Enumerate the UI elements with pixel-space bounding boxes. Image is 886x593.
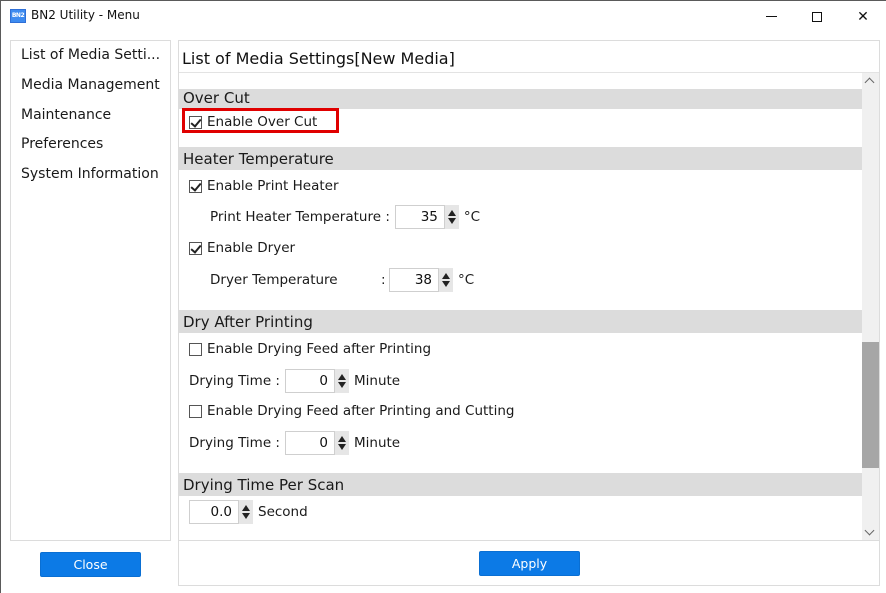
scrollbar-thumb[interactable] <box>862 342 879 468</box>
spin-buttons[interactable] <box>334 369 349 393</box>
settings-scroll-area[interactable]: Over Cut Enable Over Cut Heater Temperat… <box>179 73 879 540</box>
sidebar-item-maintenance[interactable]: Maintenance <box>21 107 111 123</box>
enable-dryer-label: Enable Dryer <box>207 240 296 256</box>
spin-buttons[interactable] <box>239 500 253 524</box>
second-unit-label: Second <box>258 504 308 520</box>
enable-drying-feed-after-printing-label: Enable Drying Feed after Printing <box>207 341 432 357</box>
minute-unit-label: Minute <box>353 435 401 451</box>
dryer-temperature-colon: : <box>381 272 386 288</box>
spin-down-icon[interactable] <box>242 513 250 519</box>
enable-dryer-checkbox[interactable]: Enable Dryer <box>189 240 295 256</box>
section-header-over-cut: Over Cut <box>179 89 862 109</box>
sidebar-nav: List of Media Setti... Media Management … <box>10 40 171 541</box>
spin-up-icon[interactable] <box>242 505 250 511</box>
checkbox-unchecked-icon <box>189 404 202 418</box>
maximize-button[interactable] <box>794 1 840 32</box>
app-window: BN2 BN2 Utility - Menu ✕ List of Media S… <box>0 0 886 593</box>
drying-time-label: Drying Time : <box>189 435 280 451</box>
drying-time-stepper-1[interactable]: 0 <box>284 369 349 393</box>
media-settings-panel: List of Media Settings[New Media] Over C… <box>178 40 880 541</box>
dryer-temperature-input[interactable]: 38 <box>389 268 439 292</box>
spin-down-icon[interactable] <box>447 218 456 224</box>
sidebar-item-system-information[interactable]: System Information <box>21 166 159 182</box>
page-title: List of Media Settings[New Media] <box>182 49 455 68</box>
minimize-icon <box>765 16 777 17</box>
vertical-scrollbar[interactable] <box>862 73 879 540</box>
section-header-heater-temperature: Heater Temperature <box>179 147 862 170</box>
drying-time-per-scan-row: 0.0 Second <box>189 500 308 524</box>
spin-up-icon[interactable] <box>447 210 456 216</box>
spin-down-icon[interactable] <box>337 444 346 450</box>
scroll-down-icon[interactable] <box>864 525 875 536</box>
spin-up-icon[interactable] <box>442 273 450 279</box>
drying-time-input-1[interactable]: 0 <box>284 369 335 393</box>
sidebar-item-list-of-media-settings[interactable]: List of Media Setti... <box>21 47 160 63</box>
dryer-temperature-label: Dryer Temperature <box>210 272 338 288</box>
maximize-icon <box>812 11 822 22</box>
spin-buttons[interactable] <box>444 205 459 229</box>
checkbox-checked-icon <box>189 241 202 255</box>
print-heater-temperature-input[interactable]: 35 <box>394 205 445 229</box>
print-heater-temperature-stepper[interactable]: 35 <box>394 205 459 229</box>
spin-buttons[interactable] <box>334 431 349 455</box>
highlight-annotation-box <box>182 108 339 133</box>
scroll-up-icon[interactable] <box>864 77 875 88</box>
dryer-temperature-stepper[interactable]: 38 <box>389 268 453 292</box>
minimize-button[interactable] <box>748 1 794 32</box>
close-button[interactable]: Close <box>40 552 141 577</box>
close-icon: ✕ <box>857 8 869 25</box>
drying-time-input-2[interactable]: 0 <box>284 431 335 455</box>
spin-up-icon[interactable] <box>337 436 346 442</box>
spin-up-icon[interactable] <box>337 374 346 380</box>
drying-time-per-scan-input[interactable]: 0.0 <box>189 500 239 524</box>
celsius-unit-label: °C <box>458 272 475 288</box>
main-footer: Apply <box>178 541 880 586</box>
checkbox-unchecked-icon <box>189 342 202 356</box>
print-heater-temperature-row: Print Heater Temperature : 35 °C <box>210 205 480 229</box>
spin-buttons[interactable] <box>439 268 453 292</box>
sidebar-item-preferences[interactable]: Preferences <box>21 136 103 152</box>
section-header-drying-time-per-scan: Drying Time Per Scan <box>179 473 862 496</box>
enable-drying-feed-after-printing-checkbox[interactable]: Enable Drying Feed after Printing <box>189 341 431 357</box>
spin-down-icon[interactable] <box>337 382 346 388</box>
enable-print-heater-label: Enable Print Heater <box>207 178 339 194</box>
drying-time-stepper-2[interactable]: 0 <box>284 431 349 455</box>
checkbox-checked-icon <box>189 179 202 193</box>
drying-time-label: Drying Time : <box>189 373 280 389</box>
sidebar-item-media-management[interactable]: Media Management <box>21 77 160 93</box>
apply-button[interactable]: Apply <box>479 551 580 576</box>
dryer-temperature-row: Dryer Temperature : 38 °C <box>210 268 474 292</box>
title-bar: BN2 BN2 Utility - Menu ✕ <box>1 1 886 32</box>
enable-print-heater-checkbox[interactable]: Enable Print Heater <box>189 178 339 194</box>
print-heater-temperature-label: Print Heater Temperature : <box>210 209 390 225</box>
minute-unit-label: Minute <box>353 373 401 389</box>
app-logo-icon: BN2 <box>10 9 26 23</box>
drying-time-row-2: Drying Time : 0 Minute <box>189 431 400 455</box>
celsius-unit-label: °C <box>463 209 481 225</box>
enable-drying-feed-after-cutting-checkbox[interactable]: Enable Drying Feed after Printing and Cu… <box>189 403 514 419</box>
spin-down-icon[interactable] <box>442 281 450 287</box>
window-title: BN2 Utility - Menu <box>31 8 140 22</box>
drying-time-row-1: Drying Time : 0 Minute <box>189 369 400 393</box>
section-header-dry-after-printing: Dry After Printing <box>179 310 862 333</box>
drying-time-per-scan-stepper[interactable]: 0.0 <box>189 500 253 524</box>
enable-drying-feed-after-cutting-label: Enable Drying Feed after Printing and Cu… <box>207 403 515 419</box>
close-window-button[interactable]: ✕ <box>840 1 886 32</box>
